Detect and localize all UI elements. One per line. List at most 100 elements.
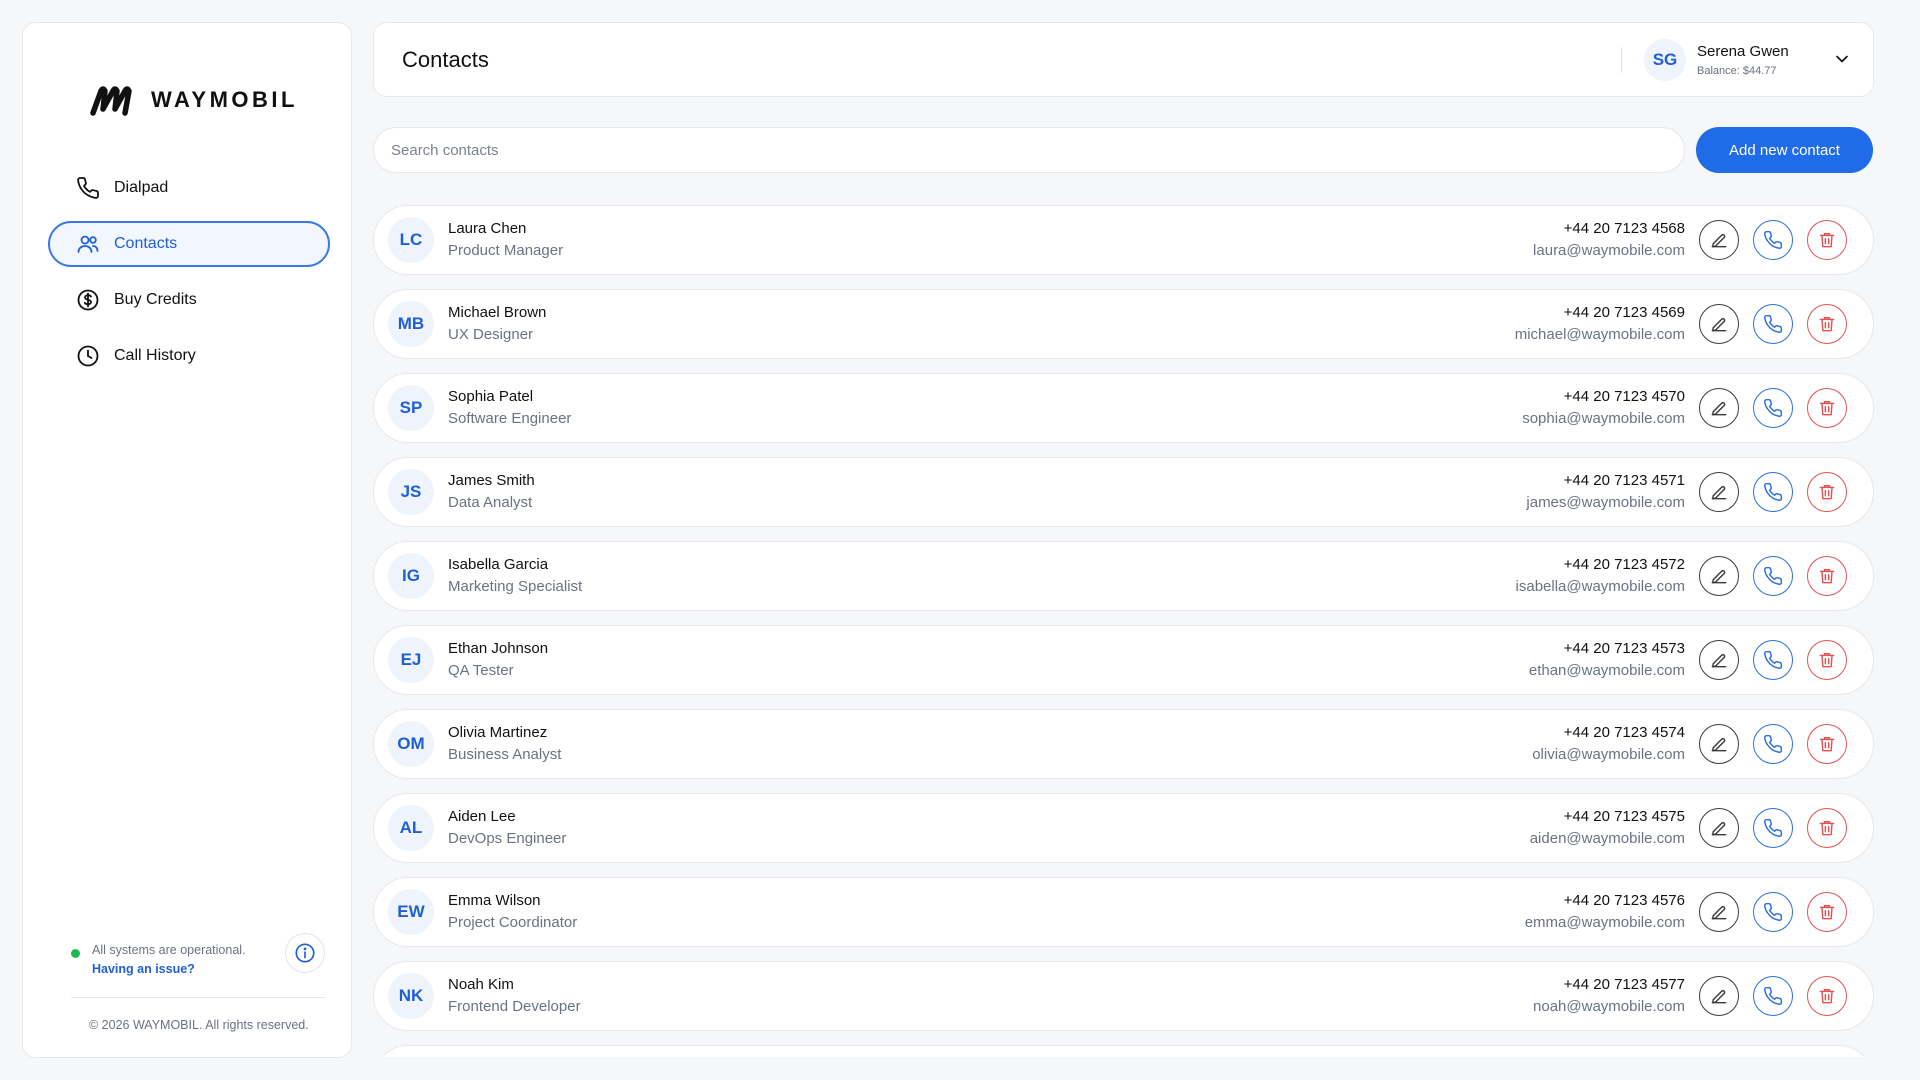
having-issue-link[interactable]: Having an issue? (92, 960, 285, 979)
phone-icon (1764, 650, 1783, 669)
phone-icon (1764, 986, 1783, 1005)
contact-name: Aiden Lee (448, 808, 516, 825)
edit-contact-button[interactable] (1699, 808, 1739, 848)
contact-phone: +44 20 7123 4574 (1563, 724, 1685, 741)
contact-phone: +44 20 7123 4568 (1563, 220, 1685, 237)
edit-contact-button[interactable] (1699, 640, 1739, 680)
brand-logo[interactable]: WAYMOBIL (89, 83, 298, 117)
sidebar-item-label: Dialpad (114, 179, 169, 196)
call-contact-button[interactable] (1753, 388, 1793, 428)
contact-avatar: MB (388, 301, 434, 347)
contact-email: isabella@waymobile.com (1515, 578, 1685, 595)
contact-name: Olivia Martinez (448, 724, 548, 741)
add-contact-button[interactable]: Add new contact (1696, 127, 1873, 173)
call-contact-button[interactable] (1753, 892, 1793, 932)
dollar-circle-icon (77, 289, 99, 311)
edit-contact-button[interactable] (1699, 976, 1739, 1016)
contact-avatar: AL (388, 805, 434, 851)
contact-role: Frontend Developer (448, 998, 581, 1015)
trash-icon (1819, 653, 1835, 668)
delete-contact-button[interactable] (1807, 304, 1847, 344)
status-indicator (71, 949, 80, 958)
contact-row: IG Isabella Garcia Marketing Specialist … (373, 541, 1874, 611)
contact-avatar: LC (388, 217, 434, 263)
contact-email: emma@waymobile.com (1524, 914, 1685, 931)
delete-contact-button[interactable] (1807, 976, 1847, 1016)
edit-contact-button[interactable] (1699, 472, 1739, 512)
contact-row: EJ Ethan Johnson QA Tester +44 20 7123 4… (373, 625, 1874, 695)
delete-contact-button[interactable] (1807, 220, 1847, 260)
contact-avatar: JS (388, 469, 434, 515)
contact-email: aiden@waymobile.com (1529, 830, 1685, 847)
pencil-icon (1711, 989, 1727, 1004)
contact-phone: +44 20 7123 4577 (1563, 976, 1685, 993)
contact-row: AL Aiden Lee DevOps Engineer +44 20 7123… (373, 793, 1874, 863)
phone-icon (1764, 314, 1783, 333)
pencil-icon (1711, 401, 1727, 416)
call-contact-button[interactable] (1753, 220, 1793, 260)
edit-contact-button[interactable] (1699, 304, 1739, 344)
edit-contact-button[interactable] (1699, 220, 1739, 260)
delete-contact-button[interactable] (1807, 808, 1847, 848)
delete-contact-button[interactable] (1807, 388, 1847, 428)
sidebar-nav: Dialpad Contacts Buy Credits Call Histor… (48, 165, 330, 389)
contact-phone: +44 20 7123 4570 (1563, 388, 1685, 405)
call-contact-button[interactable] (1753, 304, 1793, 344)
user-balance: Balance: $44.77 (1697, 65, 1777, 77)
contact-role: QA Tester (448, 662, 514, 679)
chevron-down-icon[interactable] (1832, 49, 1852, 69)
contact-email: noah@waymobile.com (1533, 998, 1685, 1015)
contact-name: James Smith (448, 472, 535, 489)
delete-contact-button[interactable] (1807, 472, 1847, 512)
contact-phone: +44 20 7123 4576 (1563, 892, 1685, 909)
phone-icon (77, 177, 99, 199)
sidebar-item-dialpad[interactable]: Dialpad (48, 165, 330, 211)
edit-contact-button[interactable] (1699, 892, 1739, 932)
pencil-icon (1711, 737, 1727, 752)
contact-name: Emma Wilson (448, 892, 541, 909)
page-title: Contacts (402, 47, 489, 72)
contact-email: laura@waymobile.com (1533, 242, 1685, 259)
contact-role: Marketing Specialist (448, 578, 583, 595)
delete-contact-button[interactable] (1807, 640, 1847, 680)
call-contact-button[interactable] (1753, 976, 1793, 1016)
call-contact-button[interactable] (1753, 472, 1793, 512)
delete-contact-button[interactable] (1807, 892, 1847, 932)
contact-avatar: OM (388, 721, 434, 767)
pencil-icon (1711, 485, 1727, 500)
contact-avatar: SP (388, 385, 434, 431)
call-contact-button[interactable] (1753, 808, 1793, 848)
user-avatar[interactable]: SG (1644, 39, 1686, 81)
phone-icon (1764, 902, 1783, 921)
contact-role: Data Analyst (448, 494, 533, 511)
trash-icon (1819, 905, 1835, 920)
info-button[interactable] (285, 933, 325, 973)
contact-email: michael@waymobile.com (1514, 326, 1685, 343)
trash-icon (1819, 233, 1835, 248)
call-contact-button[interactable] (1753, 556, 1793, 596)
sidebar-item-buy-credits[interactable]: Buy Credits (48, 277, 330, 323)
edit-contact-button[interactable] (1699, 556, 1739, 596)
contact-name: Michael Brown (448, 304, 547, 321)
call-contact-button[interactable] (1753, 724, 1793, 764)
contact-name: Ethan Johnson (448, 640, 549, 657)
sidebar-item-contacts[interactable]: Contacts (48, 221, 330, 267)
contact-row: EW Emma Wilson Project Coordinator +44 2… (373, 877, 1874, 947)
contact-row: OM Olivia Martinez Business Analyst +44 … (373, 709, 1874, 779)
search-input[interactable] (373, 127, 1685, 173)
call-contact-button[interactable] (1753, 640, 1793, 680)
edit-contact-button[interactable] (1699, 388, 1739, 428)
phone-icon (1764, 482, 1783, 501)
edit-contact-button[interactable] (1699, 724, 1739, 764)
trash-icon (1819, 569, 1835, 584)
pencil-icon (1711, 569, 1727, 584)
phone-icon (1764, 818, 1783, 837)
divider (71, 997, 325, 998)
contact-email: sophia@waymobile.com (1522, 410, 1685, 427)
sidebar-item-label: Contacts (114, 235, 178, 252)
sidebar-item-call-history[interactable]: Call History (48, 333, 330, 379)
contact-avatar: IG (388, 553, 434, 599)
user-name[interactable]: Serena Gwen (1697, 43, 1789, 60)
delete-contact-button[interactable] (1807, 556, 1847, 596)
delete-contact-button[interactable] (1807, 724, 1847, 764)
